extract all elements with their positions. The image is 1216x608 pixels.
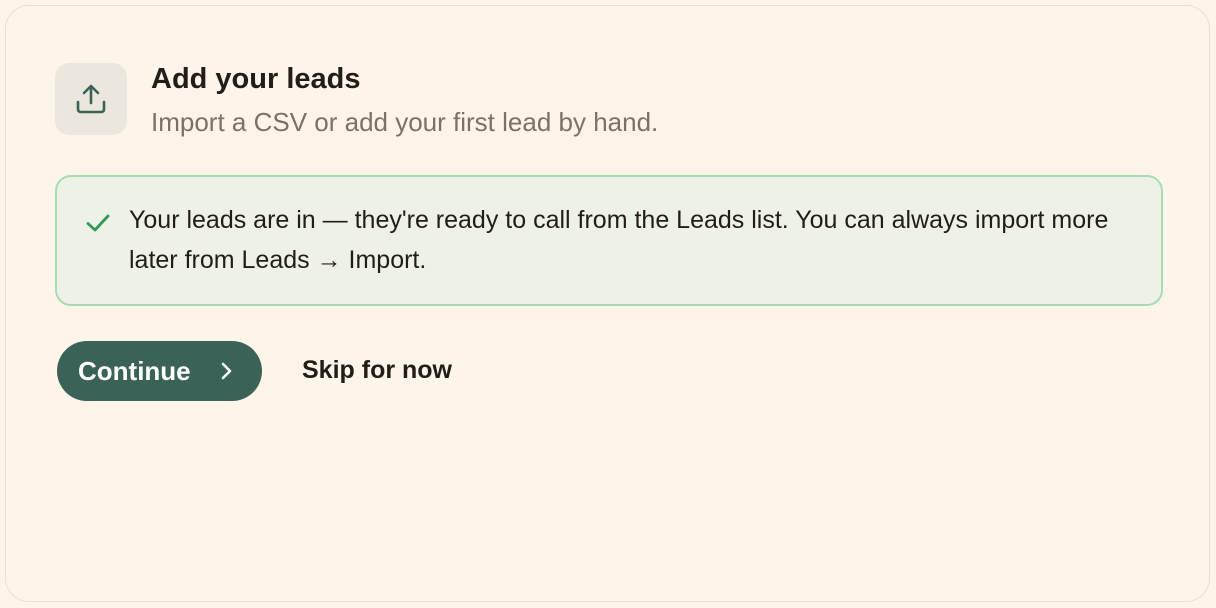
step-title: Add your leads [151,63,361,95]
skip-for-now-button[interactable]: Skip for now [302,353,452,387]
onboarding-step-card: Add your leads Import a CSV or add your … [5,5,1210,602]
upload-icon [76,84,106,114]
step-subtitle: Import a CSV or add your first lead by h… [151,107,659,137]
upload-icon-tile [55,63,127,135]
checkmark-icon [86,214,110,232]
continue-button-label: Continue [78,355,191,386]
success-notice-text: Your leads are in — they're ready to cal… [129,206,1109,274]
continue-button[interactable]: Continue [57,341,262,401]
chevron-right-icon [221,362,232,380]
success-notice: Your leads are in — they're ready to cal… [55,175,1163,306]
